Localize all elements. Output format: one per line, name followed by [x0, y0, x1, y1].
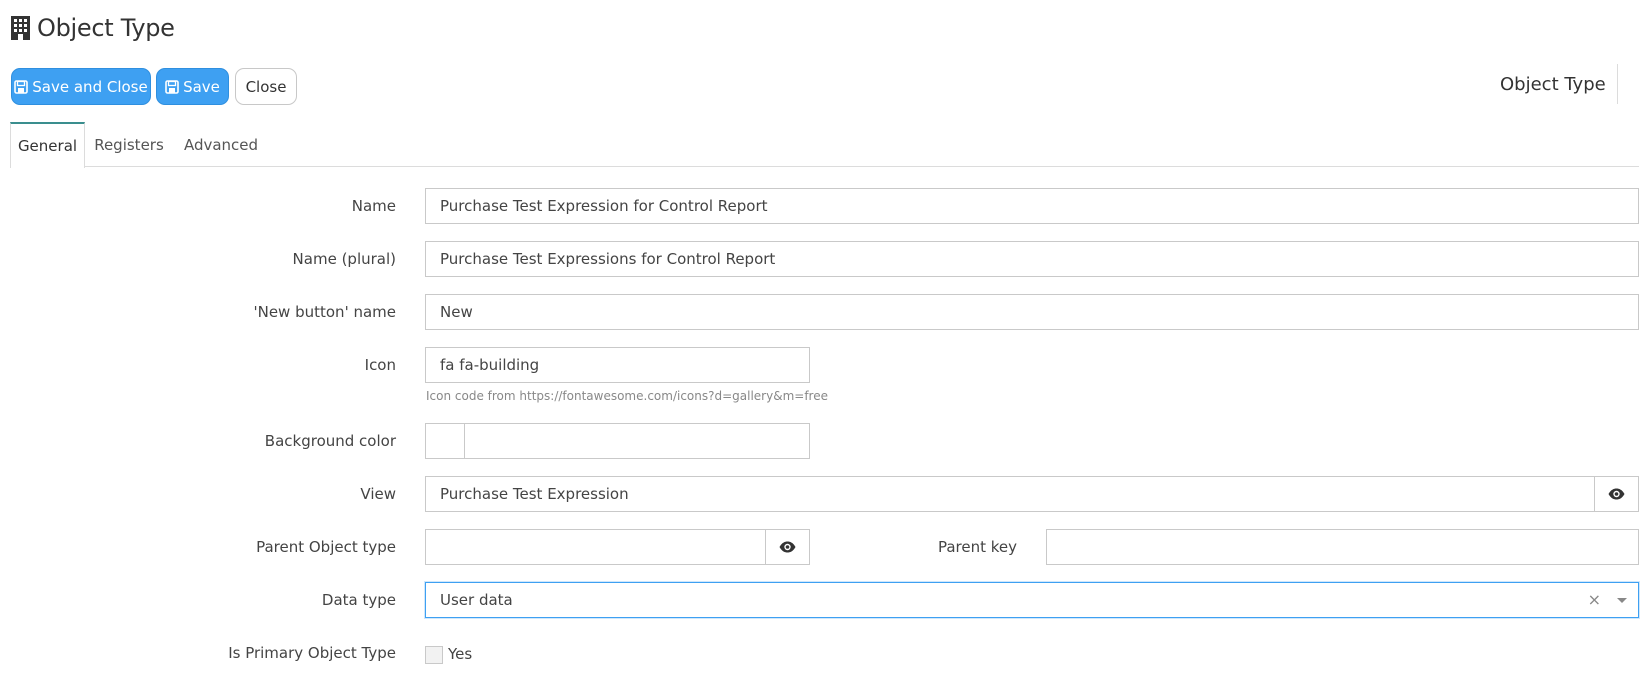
parent-object-type-field[interactable] [425, 529, 810, 565]
icon-help-text: Icon code from https://fontawesome.com/i… [426, 389, 828, 403]
divider [1617, 64, 1618, 104]
tab-label: Registers [94, 135, 164, 154]
page-title-text: Object Type [37, 14, 175, 42]
icon-value: fa fa-building [440, 356, 540, 374]
new-button-name-value: New [440, 303, 473, 321]
tab-label: Advanced [183, 135, 259, 154]
name-field[interactable]: Purchase Test Expression for Control Rep… [425, 188, 1639, 224]
chevron-down-icon[interactable] [1617, 598, 1627, 603]
parent-key-field[interactable] [1046, 529, 1639, 565]
data-type-select[interactable]: User data × [425, 582, 1639, 618]
save-label: Save [183, 77, 220, 96]
eye-icon [1608, 488, 1625, 500]
is-primary-checkbox-label: Yes [448, 645, 473, 663]
name-plural-field[interactable]: Purchase Test Expressions for Control Re… [425, 241, 1639, 277]
view-value: Purchase Test Expression [440, 485, 629, 503]
floppy-disk-icon [165, 79, 179, 94]
view-preview-button[interactable] [1594, 476, 1639, 512]
parent-object-type-label: Parent Object type [256, 538, 396, 556]
new-button-name-label: 'New button' name [253, 303, 396, 321]
icon-label: Icon [364, 356, 396, 374]
name-label: Name [351, 197, 396, 215]
data-type-label: Data type [321, 591, 396, 609]
building-icon [11, 16, 30, 40]
name-value: Purchase Test Expression for Control Rep… [440, 197, 768, 215]
view-field[interactable]: Purchase Test Expression [425, 476, 1639, 512]
page-title: Object Type [10, 12, 175, 44]
icon-field[interactable]: fa fa-building [425, 347, 810, 383]
background-color-field[interactable] [425, 423, 810, 459]
eye-icon [779, 541, 796, 553]
context-title: Object Type [1500, 74, 1606, 95]
data-type-value: User data [440, 591, 513, 609]
save-and-close-button[interactable]: Save and Close [11, 68, 151, 105]
tab-advanced[interactable]: Advanced [180, 122, 262, 167]
view-label: View [360, 485, 396, 503]
new-button-name-field[interactable]: New [425, 294, 1639, 330]
tab-general[interactable]: General [10, 122, 85, 168]
name-plural-value: Purchase Test Expressions for Control Re… [440, 250, 776, 268]
save-button[interactable]: Save [156, 68, 229, 105]
parent-key-label: Parent key [937, 538, 1017, 556]
name-plural-label: Name (plural) [292, 250, 396, 268]
tab-registers[interactable]: Registers [90, 122, 168, 167]
background-color-label: Background color [264, 432, 396, 450]
tab-label: General [17, 137, 78, 155]
is-primary-checkbox[interactable] [425, 646, 443, 664]
is-primary-label: Is Primary Object Type [228, 644, 396, 662]
color-swatch[interactable] [426, 424, 465, 458]
close-button[interactable]: Close [235, 68, 297, 105]
clear-icon[interactable]: × [1588, 590, 1601, 609]
close-label: Close [245, 77, 287, 96]
floppy-disk-icon [14, 79, 29, 94]
parent-object-type-preview-button[interactable] [765, 529, 810, 565]
save-and-close-label: Save and Close [32, 77, 148, 96]
